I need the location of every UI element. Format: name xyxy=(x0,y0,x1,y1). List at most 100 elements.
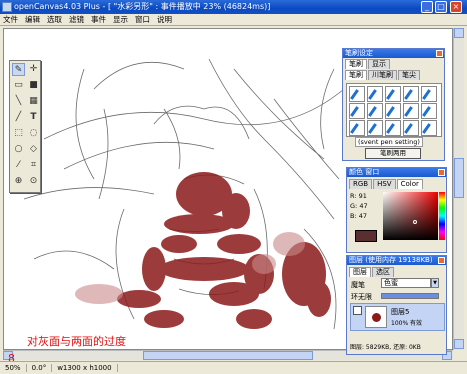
menu-select[interactable]: 选取 xyxy=(47,14,62,25)
layer-thumbnail xyxy=(365,306,387,328)
g-value: 47 xyxy=(359,202,368,210)
gradient-tool-icon[interactable]: ▦ xyxy=(27,95,40,108)
select-lasso-icon[interactable]: ◌ xyxy=(27,127,40,140)
layer-panel-close-icon[interactable] xyxy=(438,257,445,264)
rgb-readout: R: 91 G: 47 B: 47 xyxy=(350,191,368,221)
select-circle-icon[interactable]: ○ xyxy=(12,143,25,156)
menu-filter[interactable]: 滤镜 xyxy=(69,14,84,25)
current-color-swatch[interactable] xyxy=(355,230,377,242)
blend-mode-select[interactable]: 色蜜 xyxy=(381,278,431,288)
layer-name: 图层5 xyxy=(391,308,410,316)
brush-preset[interactable] xyxy=(421,86,437,102)
app-icon xyxy=(2,2,12,12)
r-label: R: xyxy=(350,192,357,200)
canvas-size: w1300 x h1000 xyxy=(52,364,118,372)
tab-color[interactable]: Color xyxy=(396,179,423,189)
layer-memory-footer: 图层: 5829KB, 还原: 0KB xyxy=(350,344,421,351)
tab-layer[interactable]: 图层 xyxy=(349,267,371,277)
brush-preset[interactable] xyxy=(403,120,419,136)
menu-file[interactable]: 文件 xyxy=(3,14,18,25)
brush-grid xyxy=(346,83,442,137)
brush-preset[interactable] xyxy=(349,103,365,119)
vertical-scrollbar[interactable] xyxy=(453,28,464,350)
zoom-level: 50% xyxy=(0,364,27,372)
brush-panel-tabs: 笔刷 显示 xyxy=(345,59,442,69)
hand-icon[interactable]: ⊙ xyxy=(27,175,40,188)
brush-preset[interactable] xyxy=(349,86,365,102)
g-label: G: xyxy=(350,202,358,210)
brush-preset[interactable] xyxy=(385,120,401,136)
layer-panel: 图层 (使用内存 19138KB) 图层 选区 魔笔 色蜜 ▼ 环无限 图层5 … xyxy=(346,255,447,355)
r-value: 91 xyxy=(358,192,367,200)
eraser-tool-icon[interactable]: ▭ xyxy=(12,79,25,92)
brush-preset[interactable] xyxy=(367,103,383,119)
brush-preset[interactable] xyxy=(349,120,365,136)
brush-tool-icon[interactable]: ✎ xyxy=(12,63,25,76)
menu-help[interactable]: 说明 xyxy=(157,14,172,25)
menu-view[interactable]: 显示 xyxy=(113,14,128,25)
tab-selection[interactable]: 选区 xyxy=(372,267,394,277)
brush-preset[interactable] xyxy=(403,86,419,102)
move-tool-icon[interactable]: ✛ xyxy=(27,63,40,76)
layer-tabs: 图层 选区 xyxy=(349,267,444,277)
crop-icon[interactable]: ⌗ xyxy=(27,159,40,172)
layer-opacity: 100% 有效 xyxy=(391,320,423,327)
layer-panel-title: 图层 (使用内存 19138KB) xyxy=(347,256,446,265)
zoom-icon[interactable]: ⊕ xyxy=(12,175,25,188)
b-value: 47 xyxy=(358,212,368,220)
brush-preset[interactable] xyxy=(367,120,383,136)
chevron-down-icon[interactable]: ▼ xyxy=(431,278,439,288)
menu-bar: 文件 编辑 选取 滤镜 事件 显示 窗口 说明 xyxy=(0,14,467,26)
brush-preset-label: (svent pen setting) xyxy=(355,137,423,147)
pencil-tool-icon[interactable]: ╱ xyxy=(12,111,25,124)
maximize-button[interactable]: □ xyxy=(435,1,447,13)
brush-preset[interactable] xyxy=(367,86,383,102)
color-picker-field[interactable] xyxy=(383,192,438,240)
brush-preset[interactable] xyxy=(421,103,437,119)
b-label: B: xyxy=(350,212,357,220)
tab-brush[interactable]: 笔刷 xyxy=(345,59,367,69)
hue-slider[interactable] xyxy=(439,192,445,240)
fill-tool-icon[interactable]: ■ xyxy=(27,79,40,92)
brush-preset[interactable] xyxy=(421,120,437,136)
brush-preset[interactable] xyxy=(403,103,419,119)
tab-rgb[interactable]: RGB xyxy=(349,179,373,189)
blend-mode-label: 魔笔 xyxy=(351,281,365,289)
select-rect-icon[interactable]: ⬚ xyxy=(12,127,25,140)
eyedropper-icon[interactable]: ⁄ xyxy=(12,159,25,172)
opacity-slider[interactable] xyxy=(381,293,439,299)
polygon-select-icon[interactable]: ◇ xyxy=(27,143,40,156)
brush-subtabs: 笔刷 川笔刷 笔尖 xyxy=(345,70,442,80)
layer-row[interactable]: 图层5 100% 有效 xyxy=(350,303,445,331)
close-button[interactable]: × xyxy=(450,1,462,13)
window-title: openCanvas4.03 Plus - [ "水彩另形" : 事件播放中 2… xyxy=(14,2,271,11)
rotation-angle: 0.0° xyxy=(27,364,53,372)
brush-apply-button[interactable]: 笔刷两用 xyxy=(365,148,421,159)
title-bar: openCanvas4.03 Plus - [ "水彩另形" : 事件播放中 2… xyxy=(0,0,467,14)
tab-display[interactable]: 显示 xyxy=(368,59,390,69)
subtab-brush[interactable]: 笔刷 xyxy=(345,70,367,80)
text-tool-icon[interactable]: T xyxy=(27,111,40,124)
brush-preset[interactable] xyxy=(385,86,401,102)
menu-edit[interactable]: 编辑 xyxy=(25,14,40,25)
brush-preset[interactable] xyxy=(385,103,401,119)
brush-panel-title: 笔刷设定 xyxy=(343,49,444,58)
menu-event[interactable]: 事件 xyxy=(91,14,106,25)
color-tabs: RGB HSV Color xyxy=(349,179,444,189)
brush-panel-close-icon[interactable] xyxy=(436,50,443,57)
opacity-label: 环无限 xyxy=(351,293,372,301)
tab-hsv[interactable]: HSV xyxy=(373,179,396,189)
color-panel: 颜色 窗口 RGB HSV Color R: 91 G: 47 B: 47 xyxy=(346,167,447,253)
subtab-tip[interactable]: 笔尖 xyxy=(398,70,420,80)
line-tool-icon[interactable]: ╲ xyxy=(12,95,25,108)
menu-window[interactable]: 窗口 xyxy=(135,14,150,25)
picker-cursor xyxy=(413,220,417,224)
color-panel-title: 颜色 窗口 xyxy=(347,168,446,177)
status-bar: 50% 0.0° w1300 x h1000 xyxy=(0,361,467,374)
subtab-sub-brush[interactable]: 川笔刷 xyxy=(368,70,397,80)
minimize-button[interactable]: _ xyxy=(421,1,433,13)
color-panel-close-icon[interactable] xyxy=(438,169,445,176)
eye-icon[interactable] xyxy=(353,306,362,315)
toolbox: ✎ ✛ ▭ ■ ╲ ▦ ╱ T ⬚ ◌ ○ ◇ ⁄ ⌗ ⊕ ⊙ xyxy=(9,60,41,193)
annotation-text: 对灰面与两面的过度 xyxy=(27,335,126,348)
